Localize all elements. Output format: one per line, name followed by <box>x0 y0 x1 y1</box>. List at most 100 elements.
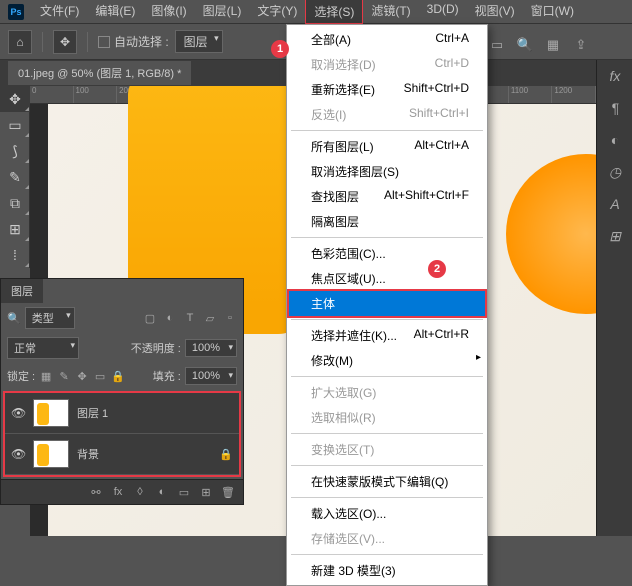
lock-label: 锁定 : <box>7 368 35 384</box>
menu-item-查找图层[interactable]: 查找图层Alt+Shift+Ctrl+F <box>287 184 487 209</box>
menu-item-所有图层(L)[interactable]: 所有图层(L)Alt+Ctrl+A <box>287 134 487 159</box>
visibility-icon[interactable]: 👁 <box>11 406 25 420</box>
annotation-marker-2: 2 <box>428 260 446 278</box>
document-tab[interactable]: 01.jpeg @ 50% (图层 1, RGB/8) * <box>8 61 191 85</box>
workspace-icons: ▭ 🔍 ▦ ⇪ <box>486 34 592 56</box>
ruler-tick: 0 <box>30 86 74 103</box>
character-icon[interactable]: A <box>597 188 632 220</box>
menu-item-重新选择(E)[interactable]: 重新选择(E)Shift+Ctrl+D <box>287 77 487 102</box>
trash-icon[interactable]: 🗑 <box>219 484 237 500</box>
arrange-icon[interactable]: ▭ <box>486 34 508 56</box>
filter-adjust-icon[interactable]: ◐ <box>163 311 177 325</box>
clock-icon[interactable]: ◷ <box>597 156 632 188</box>
layer-row[interactable]: 👁 图层 1 <box>5 393 239 434</box>
menu-窗口(W)[interactable]: 窗口(W) <box>523 0 582 24</box>
auto-select-checkbox[interactable]: 自动选择 : <box>98 33 169 50</box>
menu-item-新建 3D 模型(3)[interactable]: 新建 3D 模型(3) <box>287 558 487 583</box>
menu-图层(L)[interactable]: 图层(L) <box>195 0 250 24</box>
auto-select-target[interactable]: 图层 <box>175 30 223 53</box>
mask-icon[interactable]: ◊ <box>131 484 149 500</box>
visibility-icon[interactable]: 👁 <box>11 447 25 461</box>
menu-item-取消选择图层(S)[interactable]: 取消选择图层(S) <box>287 159 487 184</box>
group-icon[interactable]: ▭ <box>175 484 193 500</box>
app-icon: Ps <box>8 4 24 20</box>
adjustments-icon[interactable]: ◐ <box>597 124 632 156</box>
tools-panel: ✥ ▭ ⟆ ✎ ⧉ ⊞ ⁞ <box>0 86 30 268</box>
menu-item-存储选区(V)...: 存储选区(V)... <box>287 526 487 551</box>
blend-mode-select[interactable]: 正常 <box>7 337 79 359</box>
opacity-label: 不透明度 : <box>83 340 181 356</box>
home-icon[interactable]: ⌂ <box>8 30 32 54</box>
menu-item-主体[interactable]: 主体 <box>287 289 487 318</box>
swatches-icon[interactable]: ⊞ <box>597 220 632 252</box>
menu-图像(I)[interactable]: 图像(I) <box>143 0 194 24</box>
ruler-tick: 1200 <box>552 86 596 103</box>
menu-编辑(E)[interactable]: 编辑(E) <box>87 0 143 24</box>
eyedropper-tool[interactable]: ⁞ <box>0 242 30 268</box>
layers-panel: 图层 🔍 类型 ▢ ◐ T ▱ ▫ 正常 不透明度 : 100% 锁定 : ▦ … <box>0 278 244 505</box>
annotation-marker-1: 1 <box>271 40 289 58</box>
opacity-value[interactable]: 100% <box>185 339 237 357</box>
layer-thumbnail <box>33 440 69 468</box>
filter-type-select[interactable]: 类型 <box>25 307 75 329</box>
search-icon: 🔍 <box>7 312 21 325</box>
filter-shape-icon[interactable]: ▱ <box>203 311 217 325</box>
crop-tool[interactable]: ⧉ <box>0 190 30 216</box>
lock-all-icon[interactable]: 🔒 <box>111 369 125 383</box>
menu-item-载入选区(O)...[interactable]: 载入选区(O)... <box>287 501 487 526</box>
fill-value[interactable]: 100% <box>185 367 237 385</box>
adjustment-icon[interactable]: ◐ <box>153 484 171 500</box>
menu-item-隔离图层[interactable]: 隔离图层 <box>287 209 487 234</box>
menu-文件(F)[interactable]: 文件(F) <box>32 0 87 24</box>
layer-row[interactable]: 👁背景🔒 <box>5 434 239 475</box>
menu-item-在快速蒙版模式下编辑(Q)[interactable]: 在快速蒙版模式下编辑(Q) <box>287 469 487 494</box>
menu-item-选取相似(R): 选取相似(R) <box>287 405 487 430</box>
select-menu-dropdown: 全部(A)Ctrl+A取消选择(D)Ctrl+D重新选择(E)Shift+Ctr… <box>286 24 488 586</box>
search-icon[interactable]: 🔍 <box>514 34 536 56</box>
fill-label: 填充 : <box>129 368 181 384</box>
menu-item-修改(M)[interactable]: 修改(M) <box>287 348 487 373</box>
menu-item-取消选择(D): 取消选择(D)Ctrl+D <box>287 52 487 77</box>
menu-3D(D)[interactable]: 3D(D) <box>419 0 467 24</box>
filter-smart-icon[interactable]: ▫ <box>223 311 237 325</box>
move-tool[interactable]: ✥ <box>0 86 30 112</box>
share-icon[interactable]: ⇪ <box>570 34 592 56</box>
filter-image-icon[interactable]: ▢ <box>143 311 157 325</box>
link-icon[interactable]: ⚯ <box>87 484 105 500</box>
menu-item-全部(A)[interactable]: 全部(A)Ctrl+A <box>287 27 487 52</box>
frame-tool[interactable]: ⊞ <box>0 216 30 242</box>
grid-icon[interactable]: ▦ <box>542 34 564 56</box>
layers-tab[interactable]: 图层 <box>1 279 43 303</box>
filter-text-icon[interactable]: T <box>183 311 197 325</box>
fx-icon[interactable]: fx <box>109 484 127 500</box>
lock-artboard-icon[interactable]: ▭ <box>93 369 107 383</box>
menu-文字(Y)[interactable]: 文字(Y) <box>249 0 305 24</box>
lock-move-icon[interactable]: ✥ <box>75 369 89 383</box>
marquee-tool[interactable]: ▭ <box>0 112 30 138</box>
menu-视图(V)[interactable]: 视图(V) <box>467 0 523 24</box>
menu-item-反选(I): 反选(I)Shift+Ctrl+I <box>287 102 487 127</box>
checkbox-icon <box>98 36 110 48</box>
menu-滤镜(T)[interactable]: 滤镜(T) <box>363 0 418 24</box>
menu-item-色彩范围(C)...[interactable]: 色彩范围(C)... <box>287 241 487 266</box>
layer-name: 背景 <box>77 446 211 462</box>
layer-thumbnail <box>33 399 69 427</box>
menu-item-变换选区(T): 变换选区(T) <box>287 437 487 462</box>
fx-icon[interactable]: fx <box>597 60 632 92</box>
menu-item-选择并遮住(K)...[interactable]: 选择并遮住(K)...Alt+Ctrl+R <box>287 323 487 348</box>
layers-footer: ⚯ fx ◊ ◐ ▭ ⊞ 🗑 <box>1 479 243 504</box>
lasso-tool[interactable]: ⟆ <box>0 138 30 164</box>
new-layer-icon[interactable]: ⊞ <box>197 484 215 500</box>
menu-item-焦点区域(U)...[interactable]: 焦点区域(U)... <box>287 266 487 291</box>
lock-pixels-icon[interactable]: ▦ <box>39 369 53 383</box>
lock-brush-icon[interactable]: ✎ <box>57 369 71 383</box>
menu-选择(S)[interactable]: 选择(S) <box>305 0 363 24</box>
layer-name: 图层 1 <box>77 405 233 421</box>
auto-select-label: 自动选择 : <box>114 33 169 50</box>
paragraph-icon[interactable]: ¶ <box>597 92 632 124</box>
main-menubar: Ps 文件(F)编辑(E)图像(I)图层(L)文字(Y)选择(S)滤镜(T)3D… <box>0 0 632 24</box>
ruler-tick: 1100 <box>509 86 553 103</box>
quick-select-tool[interactable]: ✎ <box>0 164 30 190</box>
layers-list: 👁图层 1👁背景🔒 <box>3 391 241 477</box>
move-tool-icon[interactable]: ✥ <box>53 30 77 54</box>
